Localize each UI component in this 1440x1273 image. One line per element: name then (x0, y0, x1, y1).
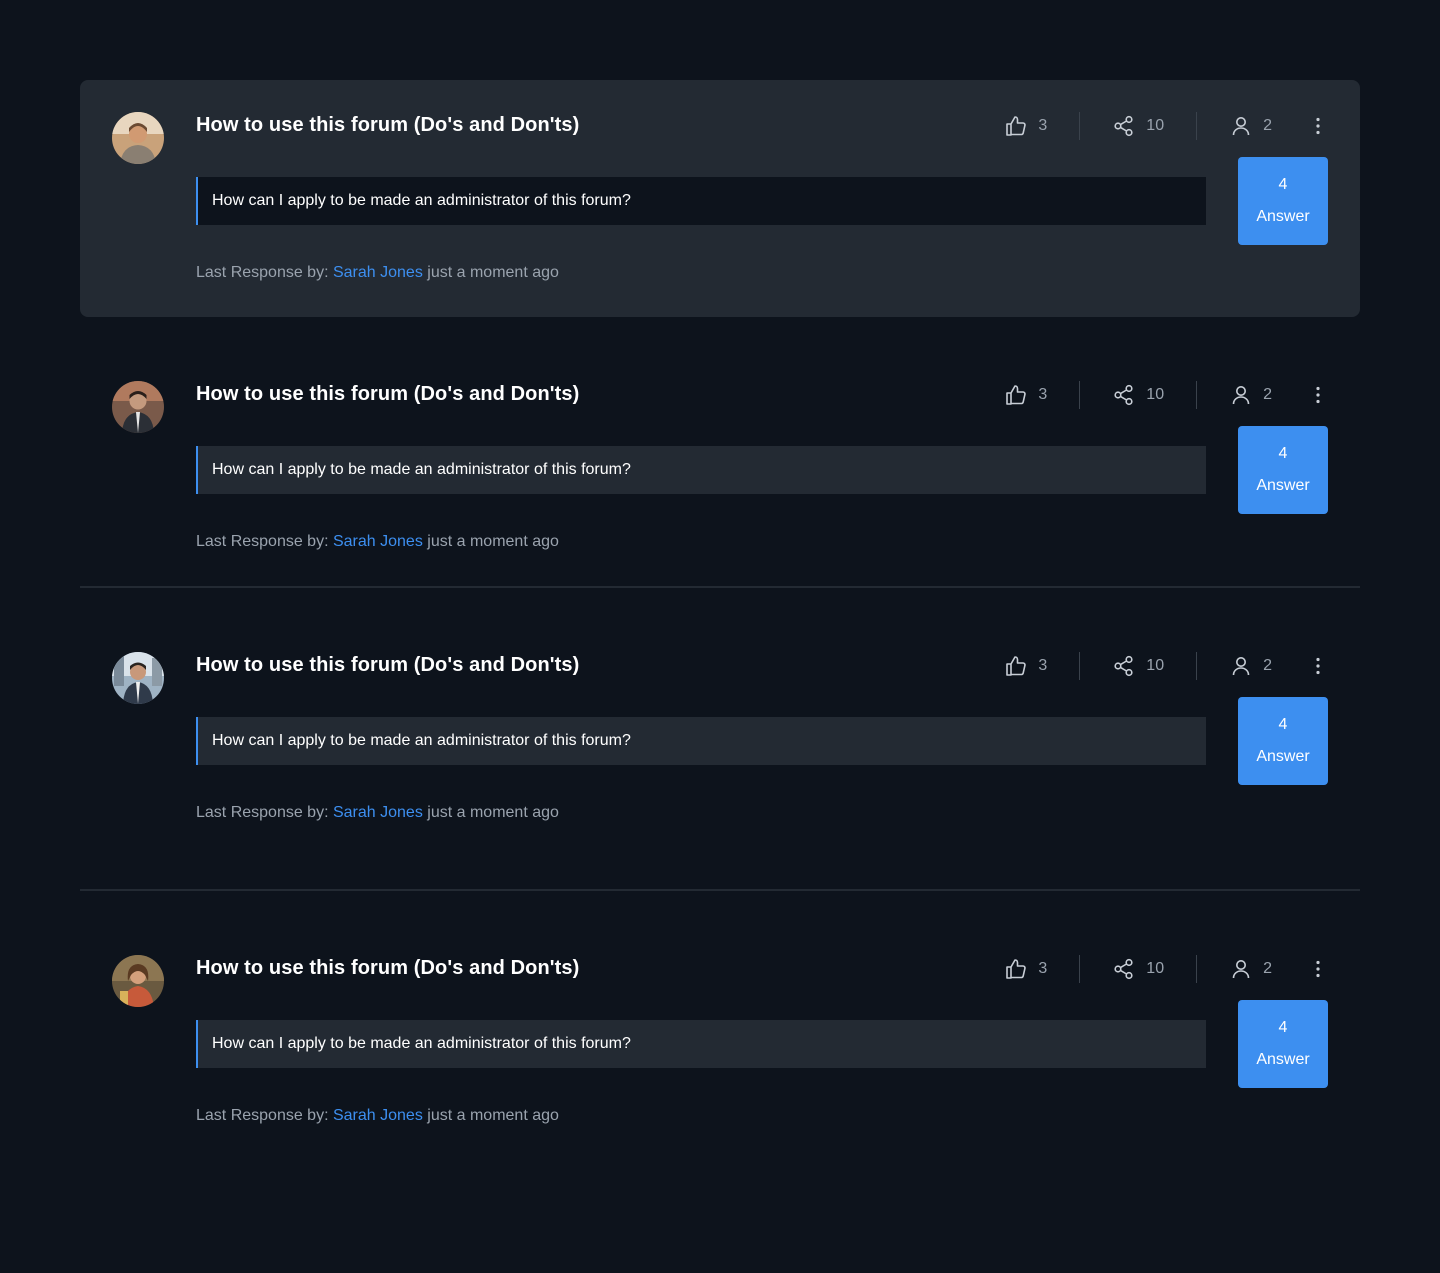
last-response-time: just a moment ago (427, 1107, 559, 1124)
last-response-user-link[interactable]: Sarah Jones (333, 264, 423, 281)
post-stats: 3 10 2 (972, 110, 1360, 142)
post-question[interactable]: How can I apply to be made an administra… (196, 1020, 1206, 1068)
answer-label: Answer (1256, 748, 1310, 765)
last-response-user-link[interactable]: Sarah Jones (333, 1107, 423, 1124)
forum-post-card[interactable]: How to use this forum (Do's and Don'ts) … (80, 923, 1360, 1160)
share-count: 10 (1146, 386, 1165, 403)
share-count: 10 (1146, 117, 1165, 134)
last-response-prefix: Last Response by: (196, 1107, 329, 1124)
last-response-prefix: Last Response by: (196, 264, 329, 281)
answer-label: Answer (1256, 1051, 1310, 1068)
share-count: 10 (1146, 960, 1165, 977)
answer-button[interactable]: 4 Answer (1238, 1000, 1328, 1088)
post-stats: 3 10 2 (972, 953, 1360, 985)
like-count: 3 (1038, 117, 1048, 134)
forum-post-list: How to use this forum (Do's and Don'ts) … (80, 80, 1360, 1160)
like-stat[interactable]: 3 (972, 652, 1079, 680)
answer-button[interactable]: 4 Answer (1238, 426, 1328, 514)
participants-stat[interactable]: 2 (1197, 652, 1304, 680)
share-icon (1112, 957, 1136, 981)
last-response-time: just a moment ago (427, 264, 559, 281)
like-count: 3 (1038, 386, 1048, 403)
forum-post-card[interactable]: How to use this forum (Do's and Don'ts) … (80, 80, 1360, 317)
last-response: Last Response by: Sarah Jones just a mom… (196, 804, 559, 822)
participants-stat[interactable]: 2 (1197, 381, 1304, 409)
avatar[interactable] (112, 381, 164, 433)
share-stat[interactable]: 10 (1080, 955, 1196, 983)
more-options-icon[interactable] (1306, 957, 1330, 981)
post-title[interactable]: How to use this forum (Do's and Don'ts) (196, 957, 579, 980)
share-icon (1112, 654, 1136, 678)
share-icon (1112, 383, 1136, 407)
share-stat[interactable]: 10 (1080, 112, 1196, 140)
user-icon (1229, 383, 1253, 407)
answer-label: Answer (1256, 208, 1310, 225)
last-response: Last Response by: Sarah Jones just a mom… (196, 1107, 559, 1125)
more-options-icon[interactable] (1306, 654, 1330, 678)
avatar[interactable] (112, 955, 164, 1007)
last-response: Last Response by: Sarah Jones just a mom… (196, 533, 559, 551)
more-options-icon[interactable] (1306, 383, 1330, 407)
post-question[interactable]: How can I apply to be made an administra… (196, 717, 1206, 765)
answer-count: 4 (1278, 445, 1288, 462)
answer-count: 4 (1278, 716, 1288, 733)
more-options-icon[interactable] (1306, 114, 1330, 138)
participants-stat[interactable]: 2 (1197, 112, 1304, 140)
post-stats: 3 10 2 (972, 650, 1360, 682)
last-response-prefix: Last Response by: (196, 804, 329, 821)
like-stat[interactable]: 3 (972, 381, 1079, 409)
last-response-time: just a moment ago (427, 804, 559, 821)
answer-button[interactable]: 4 Answer (1238, 697, 1328, 785)
answer-count: 4 (1278, 176, 1288, 193)
answer-button[interactable]: 4 Answer (1238, 157, 1328, 245)
forum-post-card[interactable]: How to use this forum (Do's and Don'ts) … (80, 620, 1360, 857)
user-icon (1229, 654, 1253, 678)
post-title[interactable]: How to use this forum (Do's and Don'ts) (196, 114, 579, 137)
participants-count: 2 (1263, 657, 1272, 674)
thumbs-up-icon (1004, 957, 1028, 981)
answer-count: 4 (1278, 1019, 1288, 1036)
participants-count: 2 (1263, 960, 1272, 977)
forum-post-card[interactable]: How to use this forum (Do's and Don'ts) … (80, 349, 1360, 586)
post-question[interactable]: How can I apply to be made an administra… (196, 177, 1206, 225)
like-stat[interactable]: 3 (972, 112, 1079, 140)
user-icon (1229, 957, 1253, 981)
post-title[interactable]: How to use this forum (Do's and Don'ts) (196, 654, 579, 677)
post-stats: 3 10 2 (972, 379, 1360, 411)
participants-count: 2 (1263, 386, 1272, 403)
like-count: 3 (1038, 960, 1048, 977)
share-stat[interactable]: 10 (1080, 652, 1196, 680)
avatar[interactable] (112, 112, 164, 164)
thumbs-up-icon (1004, 383, 1028, 407)
last-response-user-link[interactable]: Sarah Jones (333, 533, 423, 550)
post-title[interactable]: How to use this forum (Do's and Don'ts) (196, 383, 579, 406)
last-response-time: just a moment ago (427, 533, 559, 550)
share-count: 10 (1146, 657, 1165, 674)
last-response-user-link[interactable]: Sarah Jones (333, 804, 423, 821)
participants-stat[interactable]: 2 (1197, 955, 1304, 983)
share-stat[interactable]: 10 (1080, 381, 1196, 409)
share-icon (1112, 114, 1136, 138)
user-icon (1229, 114, 1253, 138)
avatar[interactable] (112, 652, 164, 704)
last-response-prefix: Last Response by: (196, 533, 329, 550)
thumbs-up-icon (1004, 654, 1028, 678)
thumbs-up-icon (1004, 114, 1028, 138)
participants-count: 2 (1263, 117, 1272, 134)
like-stat[interactable]: 3 (972, 955, 1079, 983)
last-response: Last Response by: Sarah Jones just a mom… (196, 264, 559, 282)
answer-label: Answer (1256, 477, 1310, 494)
post-question[interactable]: How can I apply to be made an administra… (196, 446, 1206, 494)
like-count: 3 (1038, 657, 1048, 674)
